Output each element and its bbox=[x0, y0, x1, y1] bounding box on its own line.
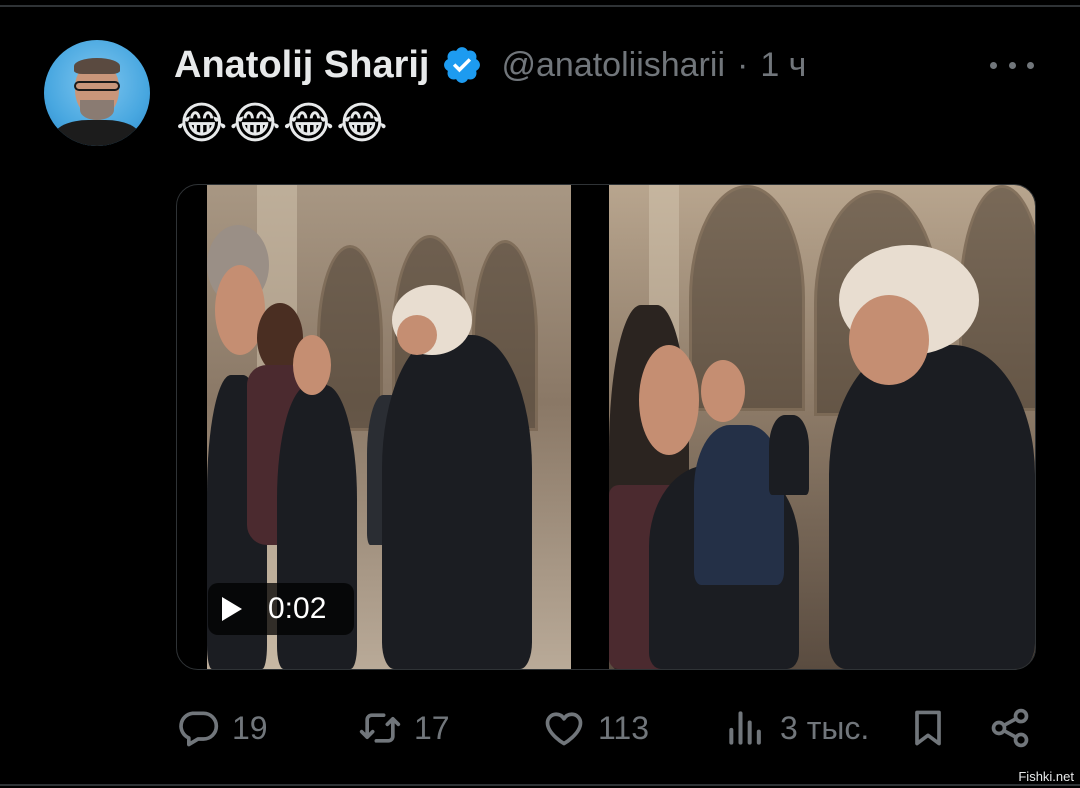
views-count: 3 тыс. bbox=[780, 709, 870, 746]
reply-icon bbox=[179, 711, 219, 747]
bookmark-icon[interactable] bbox=[906, 706, 950, 750]
header-separator: · bbox=[737, 45, 749, 84]
tweet-timestamp[interactable]: 1 ч bbox=[760, 46, 806, 85]
verified-badge-icon bbox=[444, 47, 481, 83]
retweet-button[interactable]: 17 bbox=[358, 700, 450, 756]
tweet-text: 😂😂😂😂 bbox=[176, 99, 390, 148]
reply-button[interactable]: 19 bbox=[176, 700, 268, 756]
more-icon[interactable] bbox=[990, 50, 1034, 80]
video-player[interactable]: 0:02 bbox=[176, 184, 1036, 670]
views-icon bbox=[729, 711, 761, 745]
tweet-header: Anatolij Sharij @anatoliisharii · 1 ч bbox=[174, 42, 806, 88]
retweet-count: 17 bbox=[414, 709, 450, 746]
avatar[interactable] bbox=[44, 40, 150, 146]
bottom-divider bbox=[0, 784, 1080, 786]
video-duration: 0:02 bbox=[268, 592, 327, 625]
video-frame-right bbox=[609, 185, 1035, 669]
author-handle[interactable]: @anatoliisharii bbox=[501, 46, 725, 85]
reply-count: 19 bbox=[232, 709, 268, 746]
watermark: Fishki.net bbox=[1018, 769, 1074, 784]
author-name[interactable]: Anatolij Sharij bbox=[174, 44, 429, 87]
views-button[interactable]: 3 тыс. bbox=[724, 700, 869, 756]
tweet-actions: 19 17 113 3 тыс. bbox=[0, 700, 1080, 756]
play-icon[interactable] bbox=[222, 597, 242, 621]
like-icon bbox=[545, 712, 583, 746]
retweet-icon bbox=[359, 713, 401, 743]
share-icon[interactable] bbox=[988, 706, 1032, 750]
like-count: 113 bbox=[598, 709, 650, 746]
like-button[interactable]: 113 bbox=[542, 700, 649, 756]
top-divider bbox=[0, 5, 1080, 7]
video-duration-badge[interactable]: 0:02 bbox=[208, 583, 354, 635]
